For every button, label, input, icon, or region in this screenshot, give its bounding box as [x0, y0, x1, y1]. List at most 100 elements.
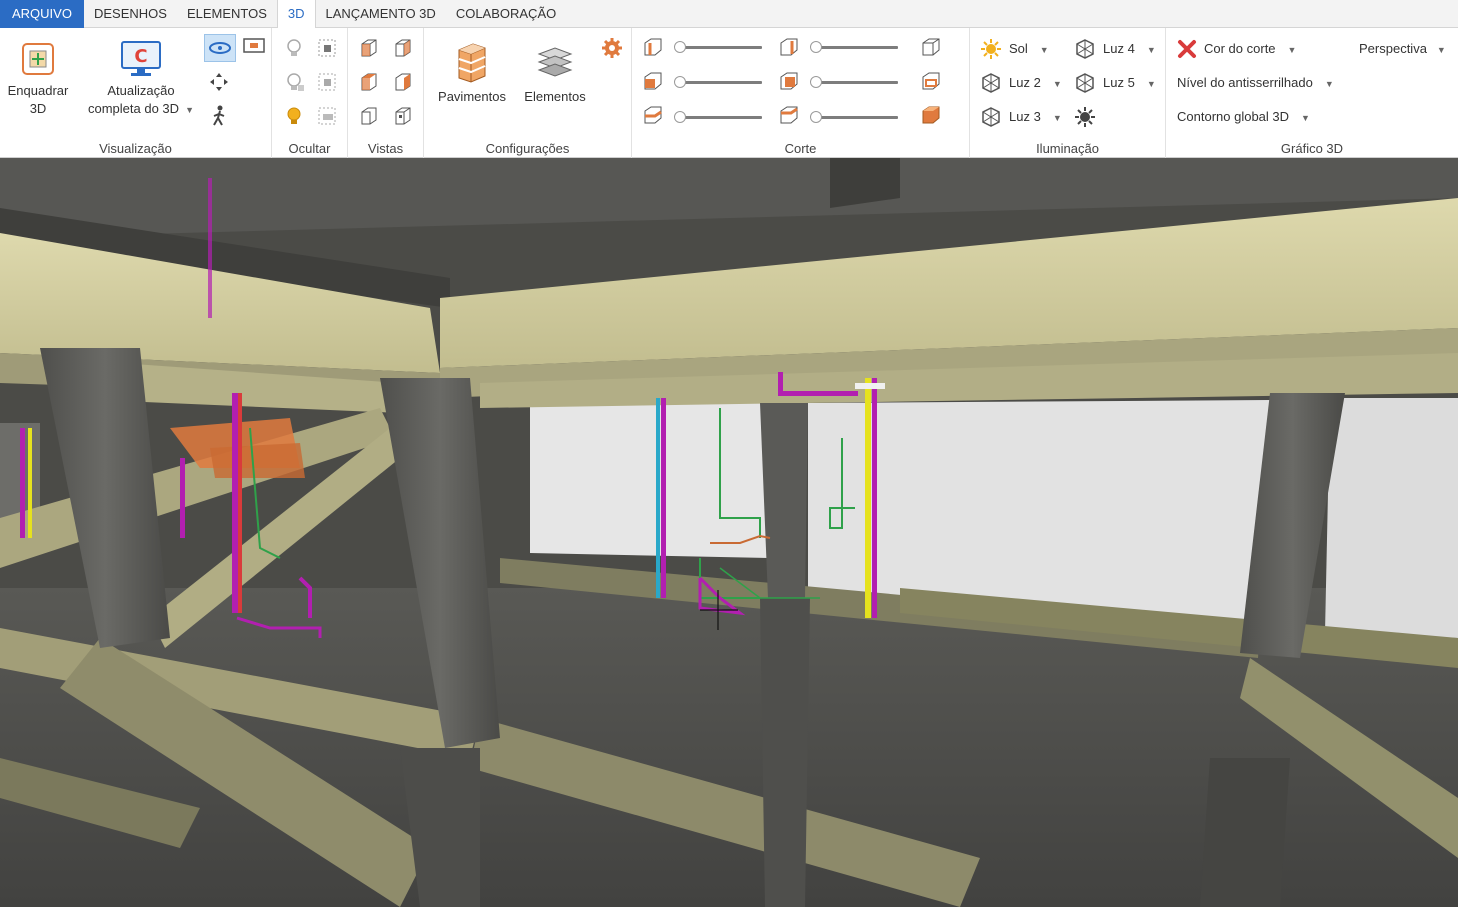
tab-arquivo[interactable]: ARQUIVO — [0, 0, 84, 28]
group-grafico-3d: Cor do corte ▼ Perspectiva ▼ Nível do anti… — [1166, 28, 1458, 158]
elementos-label: Elementos — [524, 89, 586, 104]
chevron-down-icon: ▼ — [1052, 78, 1062, 89]
close-x-icon[interactable] — [1176, 38, 1198, 60]
atualizacao-label-2: completa do 3D — [88, 101, 180, 116]
chevron-down-icon: ▼ — [1052, 112, 1062, 123]
group-vistas: Vistas — [348, 28, 424, 158]
group-iluminacao: Sol ▼ Luz 2 ▼ Luz 3 ▼ Luz 4 ▼ Luz 5 ▼ Ilumina… — [970, 28, 1166, 158]
group-label-configuracoes: Configurações — [485, 141, 570, 156]
cut-y-icon[interactable] — [642, 70, 664, 92]
refresh-monitor-icon: C — [121, 41, 161, 76]
pan-icon[interactable] — [208, 71, 230, 93]
group-label-iluminacao: Iluminação — [1036, 141, 1099, 156]
chevron-down-icon: ▼ — [1146, 78, 1156, 89]
pavimentos-button[interactable]: Pavimentos — [432, 40, 512, 106]
3d-viewport[interactable] — [0, 158, 1458, 907]
tab-desenhos[interactable]: DESENHOS — [84, 0, 177, 28]
orbit-icon[interactable] — [204, 34, 236, 62]
cut-x-max-icon[interactable] — [778, 36, 800, 58]
background-wall-left — [530, 403, 770, 558]
chevron-down-icon[interactable]: ▼ — [185, 101, 194, 119]
tab-lancamento-3d[interactable]: LANÇAMENTO 3D — [316, 0, 446, 28]
chevron-down-icon: ▼ — [1436, 44, 1446, 55]
light-5-icon[interactable] — [1074, 72, 1096, 94]
column-center — [760, 403, 808, 598]
group-label-corte: Corte — [784, 141, 817, 156]
view-back-cube-icon[interactable] — [358, 105, 380, 127]
sun-icon[interactable] — [980, 38, 1002, 60]
cut-y-min-slider[interactable] — [674, 75, 764, 89]
luz4-dropdown[interactable]: Luz 4 ▼ — [1103, 41, 1156, 56]
group-configuracoes: Pavimentos Elementos Configurações — [424, 28, 632, 158]
layers-icon — [537, 47, 573, 77]
cut-invert-icon[interactable] — [920, 70, 942, 92]
group-label-ocultar: Ocultar — [288, 141, 331, 156]
cut-box-icon[interactable] — [920, 36, 942, 58]
chevron-down-icon: ▼ — [1039, 44, 1049, 55]
ribbon-tab-bar: ARQUIVO DESENHOS ELEMENTOS 3D LANÇAMENTO… — [0, 0, 1458, 29]
tab-elementos[interactable]: ELEMENTOS — [177, 0, 277, 28]
view-top-cube-icon[interactable] — [358, 71, 380, 93]
chevron-down-icon: ▼ — [1324, 78, 1334, 89]
enquadrar-3d-button[interactable]: Enquadrar 3D — [2, 40, 74, 118]
tab-colaboracao[interactable]: COLABORAÇÃO — [446, 0, 566, 28]
tab-3d[interactable]: 3D — [276, 0, 316, 29]
floors-stack-icon — [458, 43, 486, 83]
cut-z-icon[interactable] — [642, 104, 664, 126]
cor-do-corte-dropdown[interactable]: Cor do corte ▼ — [1204, 41, 1296, 56]
cut-x-max-slider[interactable] — [810, 40, 900, 54]
view-left-cube-icon[interactable] — [392, 71, 414, 93]
light-bulb-icon[interactable] — [284, 105, 306, 127]
pipe-riser-yellow — [865, 378, 871, 618]
sol-dropdown[interactable]: Sol ▼ — [1009, 41, 1049, 56]
cut-z-min-slider[interactable] — [674, 110, 764, 124]
pavimentos-label: Pavimentos — [438, 89, 506, 104]
ribbon: Enquadrar 3D C Atualização completa do 3… — [0, 28, 1458, 158]
cut-x-icon[interactable] — [642, 36, 664, 58]
chevron-down-icon: ▼ — [1301, 112, 1310, 123]
light-4-icon[interactable] — [1074, 38, 1096, 60]
group-label-vistas: Vistas — [367, 141, 404, 156]
cut-z-max-slider[interactable] — [810, 110, 900, 124]
cut-solid-icon[interactable] — [920, 104, 942, 126]
cut-y-max-icon[interactable] — [778, 70, 800, 92]
cut-y-max-slider[interactable] — [810, 75, 900, 89]
atualizacao-completa-button[interactable]: C Atualização completa do 3D ▼ — [82, 40, 200, 119]
light-2-icon[interactable] — [980, 72, 1002, 94]
elementos-button[interactable]: Elementos — [516, 40, 594, 106]
pipe-riser-magenta-left — [232, 393, 238, 613]
cut-x-min-slider[interactable] — [674, 40, 764, 54]
screen-view-icon[interactable] — [242, 36, 265, 58]
view-iso-cube-icon[interactable] — [392, 105, 414, 127]
show-selection-icon[interactable] — [316, 105, 338, 127]
walk-icon[interactable] — [208, 105, 230, 127]
group-corte: Corte — [632, 28, 970, 158]
group-label-visualizacao: Visualização — [99, 141, 172, 156]
3d-scene[interactable] — [0, 158, 1458, 907]
hide-selection-2-icon[interactable] — [316, 71, 338, 93]
atualizacao-label-1: Atualização — [107, 83, 175, 98]
luz3-dropdown[interactable]: Luz 3 ▼ — [1009, 109, 1062, 124]
hide-bulb-icon[interactable] — [284, 37, 306, 59]
antisserrilhado-dropdown[interactable]: Nível do antisserrilhado ▼ — [1177, 75, 1334, 90]
background-wall-right — [1325, 398, 1458, 638]
perspectiva-dropdown[interactable]: Perspectiva ▼ — [1359, 41, 1446, 56]
view-right-cube-icon[interactable] — [392, 37, 414, 59]
pipe-horizontal-magenta — [778, 391, 858, 396]
luz2-dropdown[interactable]: Luz 2 ▼ — [1009, 75, 1062, 90]
hide-bulb-2-icon[interactable] — [284, 71, 306, 93]
view-front-cube-icon[interactable] — [358, 37, 380, 59]
light-3-icon[interactable] — [980, 106, 1002, 128]
enquadrar-label-2: 3D — [29, 101, 47, 116]
chevron-down-icon: ▼ — [1146, 44, 1156, 55]
ambient-light-icon[interactable] — [1074, 106, 1096, 128]
settings-gear-icon[interactable] — [600, 36, 622, 58]
luz5-dropdown[interactable]: Luz 5 ▼ — [1103, 75, 1156, 90]
group-label-grafico-3d: Gráfico 3D — [1280, 141, 1344, 156]
frame-3d-icon — [22, 43, 54, 75]
hide-selection-icon[interactable] — [316, 37, 338, 59]
cut-z-max-icon[interactable] — [778, 104, 800, 126]
group-ocultar: Ocultar — [272, 28, 348, 158]
contorno-global-dropdown[interactable]: Contorno global 3D ▼ — [1177, 109, 1310, 124]
chevron-down-icon: ▼ — [1287, 44, 1297, 55]
